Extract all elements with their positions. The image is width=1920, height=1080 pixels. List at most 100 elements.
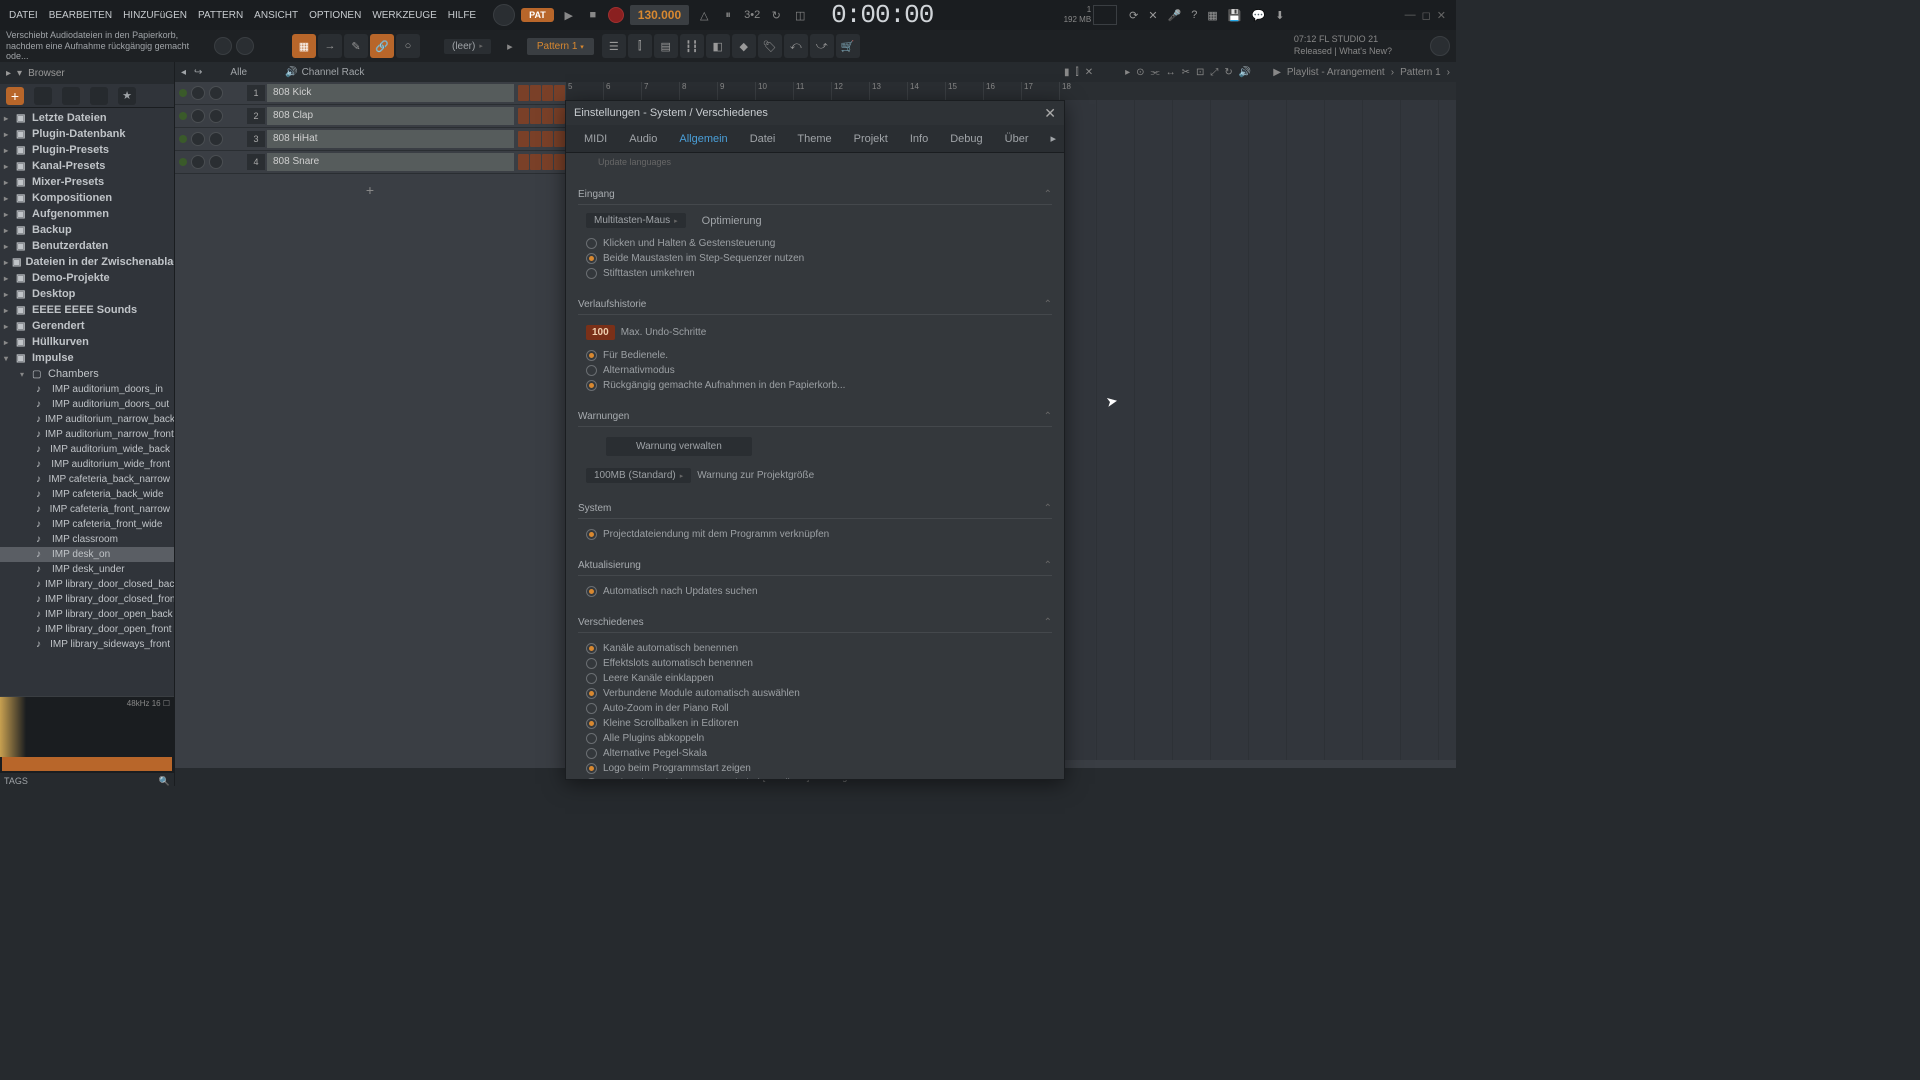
settings-tabs-more-icon[interactable]: ▸ <box>1041 128 1067 149</box>
tree-folder[interactable]: ▸▣Letzte Dateien <box>0 110 174 126</box>
ruler-tick[interactable]: 18 <box>1059 82 1097 100</box>
close-window-icon[interactable]: ✕ <box>1437 9 1446 22</box>
channel-led[interactable] <box>179 135 187 143</box>
option-toggle[interactable] <box>586 688 597 699</box>
tool-paint-icon[interactable]: ✎ <box>344 34 368 58</box>
tool-redo-icon[interactable]: ⤻ <box>810 34 834 58</box>
tag-search-icon[interactable]: 🔍 <box>159 776 170 787</box>
channel-number[interactable]: 3 <box>247 131 265 147</box>
menu-optionen[interactable]: OPTIONEN <box>304 8 366 23</box>
tree-folder[interactable]: ▸▣Aufgenommen <box>0 206 174 222</box>
settings-body[interactable]: Update languages Eingang⌃ Multitasten-Ma… <box>566 153 1064 779</box>
channel-pan[interactable] <box>191 86 205 100</box>
step-cell[interactable] <box>518 108 529 124</box>
tree-file[interactable]: ♪IMP library_door_closed_front <box>0 592 174 607</box>
settings-titlebar[interactable]: Einstellungen - System / Verschiedenes ✕ <box>566 101 1064 125</box>
option-row[interactable]: Rückgängig gemachte Aufnahmen in den Pap… <box>586 378 1052 393</box>
option-toggle[interactable] <box>586 365 597 376</box>
settings-tab-über[interactable]: Über <box>995 129 1039 149</box>
menu-werkzeuge[interactable]: WERKZEUGE <box>367 8 441 23</box>
tree-folder[interactable]: ▸▣Demo-Projekte <box>0 270 174 286</box>
step-cell[interactable] <box>530 131 541 147</box>
overdub-icon[interactable]: ↻ <box>767 6 785 24</box>
filter-all[interactable]: Alle <box>230 67 247 78</box>
ruler-tick[interactable]: 11 <box>793 82 831 100</box>
settings-tab-projekt[interactable]: Projekt <box>844 129 898 149</box>
pl-tool4-icon[interactable]: ↔ <box>1166 67 1176 78</box>
channel-name[interactable]: 808 Kick <box>267 84 514 102</box>
step-cell[interactable] <box>554 108 565 124</box>
option-row[interactable]: Alternativmodus <box>586 363 1052 378</box>
option-row[interactable]: Für Bedienele. <box>586 348 1052 363</box>
option-toggle[interactable] <box>586 643 597 654</box>
tree-folder[interactable]: ▸▣Benutzerdaten <box>0 238 174 254</box>
menu-hinzufügen[interactable]: HINZUFüGEN <box>118 8 192 23</box>
view-browser-icon[interactable]: ◧ <box>706 34 730 58</box>
save-icon[interactable]: 💾 <box>1228 9 1242 22</box>
ruler-tick[interactable]: 17 <box>1021 82 1059 100</box>
step-cell[interactable] <box>554 131 565 147</box>
tree-file[interactable]: ♪IMP auditorium_narrow_back <box>0 412 174 427</box>
rack-opt2-icon[interactable]: ⫿ <box>1076 67 1079 78</box>
pattern-song-toggle[interactable]: PAT <box>521 8 554 22</box>
step-cell[interactable] <box>542 154 553 170</box>
step-cell[interactable] <box>518 131 529 147</box>
add-channel-button[interactable]: + <box>175 174 565 206</box>
option-row[interactable]: Logo beim Programmstart zeigen <box>586 761 1052 776</box>
channel-name[interactable]: 808 HiHat <box>267 130 514 148</box>
section-eingang-header[interactable]: Eingang⌃ <box>578 185 1052 205</box>
pl-tool9-icon[interactable]: 🔊 <box>1239 67 1251 78</box>
option-row[interactable]: Verbundene Module automatisch auswählen <box>586 686 1052 701</box>
option-toggle[interactable] <box>586 658 597 669</box>
settings-tab-midi[interactable]: MIDI <box>574 129 617 149</box>
history-fwd-icon[interactable]: ↪ <box>194 67 202 78</box>
channel-led[interactable] <box>179 158 187 166</box>
channel-number[interactable]: 2 <box>247 108 265 124</box>
section-system-header[interactable]: System⌃ <box>578 499 1052 519</box>
tempo-display[interactable]: 130.000 <box>630 5 689 25</box>
tree-file[interactable]: ♪IMP auditorium_wide_back <box>0 442 174 457</box>
tree-folder[interactable]: ▸▣Backup <box>0 222 174 238</box>
tool-playlist-icon[interactable]: ▦ <box>292 34 316 58</box>
option-row[interactable]: Auto-Zoom in der Piano Roll <box>586 701 1052 716</box>
tree-file[interactable]: ♪IMP auditorium_narrow_front <box>0 427 174 442</box>
chat-icon[interactable]: 💬 <box>1252 9 1266 22</box>
option-row[interactable]: Stifttasten umkehren <box>586 266 1052 281</box>
option-toggle[interactable] <box>586 703 597 714</box>
project-size-dropdown[interactable]: 100MB (Standard)▸ <box>586 468 691 483</box>
pl-tool8-icon[interactable]: ↻ <box>1224 67 1232 78</box>
channel-pan[interactable] <box>191 109 205 123</box>
tool-arrow-icon[interactable]: → <box>318 34 342 58</box>
tree-file[interactable]: ♪IMP library_door_open_back <box>0 607 174 622</box>
tree-file[interactable]: ♪IMP cafeteria_front_narrow <box>0 502 174 517</box>
settings-tab-allgemein[interactable]: Allgemein <box>669 129 737 149</box>
tree-folder[interactable]: ▸▣Hüllkurven <box>0 334 174 350</box>
settings-close-icon[interactable]: ✕ <box>1044 105 1056 122</box>
tree-chambers[interactable]: ▾▢Chambers <box>0 366 174 382</box>
view-rack-icon[interactable]: ▤ <box>654 34 678 58</box>
step-cell[interactable] <box>518 85 529 101</box>
mouse-mode-dropdown[interactable]: Multitasten-Maus▸ <box>586 213 686 228</box>
step-cell[interactable] <box>542 108 553 124</box>
tool-mic-icon[interactable]: ○ <box>396 34 420 58</box>
tree-file[interactable]: ♪IMP library_door_open_front <box>0 622 174 637</box>
option-toggle[interactable] <box>586 268 597 279</box>
record-button[interactable] <box>608 7 624 23</box>
metronome-icon[interactable]: △ <box>695 6 713 24</box>
ruler-tick[interactable]: 13 <box>869 82 907 100</box>
settings-tab-datei[interactable]: Datei <box>740 129 786 149</box>
rack-close-icon[interactable]: ✕ <box>1085 67 1093 78</box>
preview-play[interactable] <box>2 757 172 771</box>
ruler-tick[interactable]: 16 <box>983 82 1021 100</box>
undo-steps-value[interactable]: 100 <box>586 325 615 340</box>
browser-opts-icon[interactable]: ▾ <box>17 68 22 79</box>
step-cell[interactable] <box>554 85 565 101</box>
browser-tree[interactable]: ▸▣Letzte Dateien▸▣Plugin-Datenbank▸▣Plug… <box>0 108 174 696</box>
partial-cut-item[interactable]: Update languages <box>578 153 1052 171</box>
sync-icon[interactable]: ⟳ <box>1129 9 1138 22</box>
pl-tool5-icon[interactable]: ✂ <box>1182 67 1190 78</box>
settings-tab-info[interactable]: Info <box>900 129 938 149</box>
tree-file[interactable]: ♪IMP desk_under <box>0 562 174 577</box>
channel-led[interactable] <box>179 112 187 120</box>
channel-number[interactable]: 4 <box>247 154 265 170</box>
